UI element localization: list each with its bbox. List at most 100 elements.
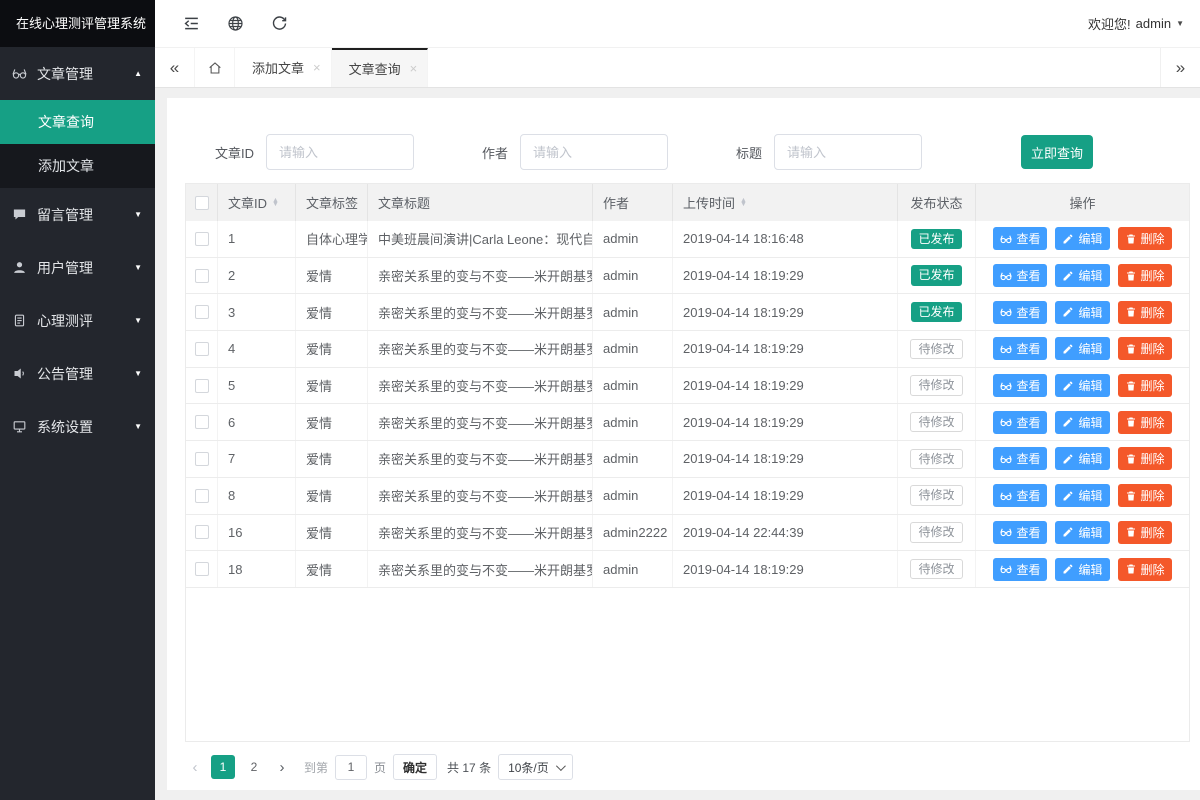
delete-button[interactable]: 删除 [1118, 301, 1172, 324]
cell-article-title: 亲密关系里的变与不变——米开朗基罗... [368, 551, 593, 587]
row-checkbox[interactable] [195, 452, 209, 466]
edit-button[interactable]: 编辑 [1055, 337, 1109, 360]
row-checkbox[interactable] [195, 269, 209, 283]
sidebar-item-system-settings[interactable]: 系统设置 ▼ [0, 400, 155, 453]
view-button[interactable]: 查看 [993, 521, 1047, 544]
header-upload-time[interactable]: 上传时间 ▲▼ [673, 184, 898, 221]
edit-button[interactable]: 编辑 [1055, 374, 1109, 397]
status-badge: 待修改 [910, 412, 962, 432]
tabs-scroll-right-icon[interactable]: » [1160, 48, 1200, 87]
status-badge: 已发布 [911, 265, 961, 285]
view-button[interactable]: 查看 [993, 558, 1047, 581]
tab-article-add[interactable]: 添加文章 × [235, 48, 332, 87]
cell-author: admin [593, 404, 673, 440]
view-button[interactable]: 查看 [993, 374, 1047, 397]
page-size-select[interactable]: 10条/页 [498, 754, 573, 780]
sidebar-item-user-management[interactable]: 用户管理 ▼ [0, 241, 155, 294]
delete-button[interactable]: 删除 [1118, 374, 1172, 397]
close-icon[interactable]: × [313, 60, 321, 75]
edit-button[interactable]: 编辑 [1055, 484, 1109, 507]
row-checkbox[interactable] [195, 415, 209, 429]
delete-button[interactable]: 删除 [1118, 227, 1172, 250]
delete-button[interactable]: 删除 [1118, 521, 1172, 544]
view-button[interactable]: 查看 [993, 227, 1047, 250]
sidebar-item-message-management[interactable]: 留言管理 ▼ [0, 188, 155, 241]
refresh-icon[interactable] [257, 14, 301, 33]
row-checkbox-cell [186, 368, 218, 404]
edit-button[interactable]: 编辑 [1055, 411, 1109, 434]
chevron-down-icon: ▼ [134, 316, 142, 325]
row-checkbox[interactable] [195, 342, 209, 356]
tab-article-query[interactable]: 文章查询 × [332, 48, 429, 87]
sidebar-item-article-query[interactable]: 文章查询 [0, 100, 155, 144]
header-publish-status: 发布状态 [898, 184, 976, 221]
sidebar-item-psych-test[interactable]: 心理测评 ▼ [0, 294, 155, 347]
delete-button[interactable]: 删除 [1118, 558, 1172, 581]
view-button[interactable]: 查看 [993, 484, 1047, 507]
glasses-icon [1000, 233, 1012, 245]
page-button-1[interactable]: 1 [211, 755, 235, 779]
page-suffix-label: 页 [374, 759, 386, 776]
cell-status: 待修改 [898, 551, 976, 587]
home-icon[interactable] [195, 48, 235, 87]
sort-icon[interactable]: ▲▼ [272, 199, 279, 207]
article-id-input[interactable] [266, 134, 414, 170]
row-checkbox[interactable] [195, 562, 209, 576]
user-dropdown[interactable]: 欢迎您! admin ▼ [1088, 14, 1200, 33]
cell-author: admin [593, 368, 673, 404]
edit-button[interactable]: 编辑 [1055, 301, 1109, 324]
row-checkbox[interactable] [195, 232, 209, 246]
cell-upload-time: 2019-04-14 18:19:29 [673, 331, 898, 367]
row-checkbox[interactable] [195, 489, 209, 503]
delete-button[interactable]: 删除 [1118, 484, 1172, 507]
delete-button[interactable]: 删除 [1118, 411, 1172, 434]
edit-button[interactable]: 编辑 [1055, 447, 1109, 470]
delete-button[interactable]: 删除 [1118, 264, 1172, 287]
page-button-2[interactable]: 2 [242, 755, 266, 779]
comment-icon [12, 207, 28, 223]
view-button[interactable]: 查看 [993, 337, 1047, 360]
query-button[interactable]: 立即查询 [1021, 135, 1093, 169]
sidebar-item-notice-management[interactable]: 公告管理 ▼ [0, 347, 155, 400]
next-page-icon[interactable]: › [273, 759, 291, 776]
view-button[interactable]: 查看 [993, 447, 1047, 470]
cell-author: admin [593, 441, 673, 477]
delete-button[interactable]: 删除 [1118, 447, 1172, 470]
header-article-id[interactable]: 文章ID ▲▼ [218, 184, 296, 221]
sidebar-item-article-management[interactable]: 文章管理 ▲ [0, 47, 155, 100]
select-all-checkbox[interactable] [195, 196, 209, 210]
row-checkbox[interactable] [195, 525, 209, 539]
row-checkbox[interactable] [195, 305, 209, 319]
row-checkbox[interactable] [195, 379, 209, 393]
field-title: 标题 [736, 134, 922, 170]
glasses-icon [1000, 416, 1012, 428]
prev-page-icon[interactable]: ‹ [186, 759, 204, 776]
edit-button[interactable]: 编辑 [1055, 264, 1109, 287]
delete-button[interactable]: 删除 [1118, 337, 1172, 360]
view-button[interactable]: 查看 [993, 411, 1047, 434]
confirm-button[interactable]: 确定 [393, 754, 437, 780]
field-article-id: 文章ID [215, 134, 414, 170]
collapse-menu-icon[interactable] [169, 14, 213, 33]
cell-article-tag: 爱情 [296, 258, 368, 294]
author-input[interactable] [520, 134, 668, 170]
edit-button[interactable]: 编辑 [1055, 521, 1109, 544]
view-button[interactable]: 查看 [993, 264, 1047, 287]
globe-icon[interactable] [213, 14, 257, 33]
pagination: ‹ 1 2 › 到第 页 确定 共 17 条 10条/页 [167, 742, 1200, 780]
edit-button[interactable]: 编辑 [1055, 227, 1109, 250]
cell-article-title: 亲密关系里的变与不变——米开朗基罗... [368, 404, 593, 440]
close-icon[interactable]: × [410, 61, 418, 76]
content-panel: 文章ID 作者 标题 立即查询 文章ID [167, 98, 1200, 790]
sort-icon[interactable]: ▲▼ [740, 199, 747, 207]
goto-page-input[interactable] [335, 755, 367, 780]
edit-button[interactable]: 编辑 [1055, 558, 1109, 581]
row-checkbox-cell [186, 331, 218, 367]
tabs-scroll-left-icon[interactable]: « [155, 48, 195, 87]
title-input[interactable] [774, 134, 922, 170]
megaphone-icon [12, 366, 28, 382]
sidebar-item-article-add[interactable]: 添加文章 [0, 144, 155, 188]
username: admin [1136, 16, 1171, 31]
chevron-down-icon: ▼ [134, 210, 142, 219]
view-button[interactable]: 查看 [993, 301, 1047, 324]
